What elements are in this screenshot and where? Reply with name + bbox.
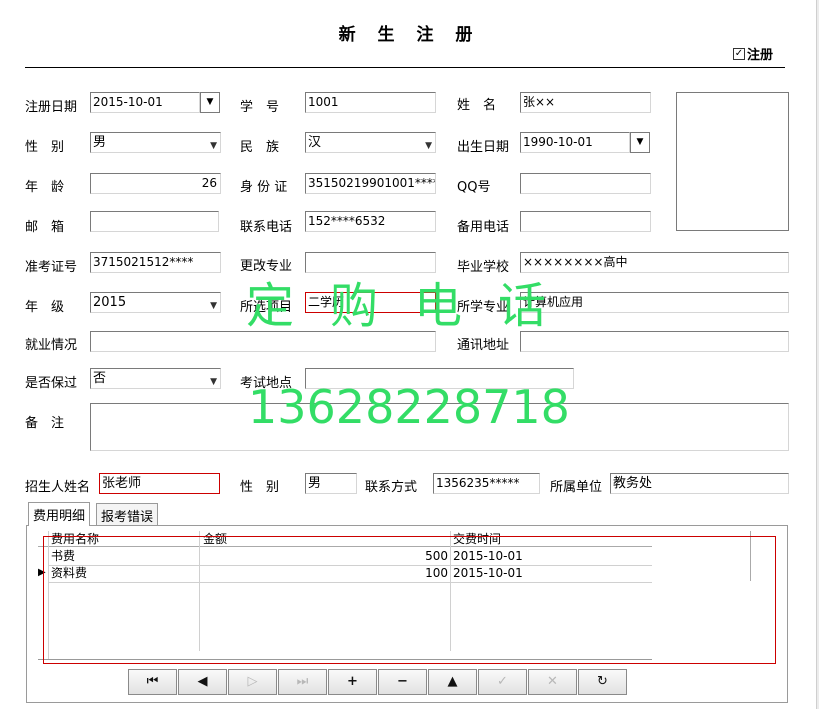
grade-value: 2015 (93, 295, 127, 310)
chevron-down-icon: ▼ (206, 97, 214, 107)
label-reg-date: 注册日期 (25, 100, 78, 115)
label-age: 年 龄 (25, 180, 65, 195)
chevron-down-icon: ▼ (636, 137, 644, 147)
email-field[interactable] (90, 211, 219, 232)
refresh-icon: ↻ (597, 674, 608, 689)
grade-select[interactable]: 2015 ▼ (90, 292, 221, 313)
prev-record-icon: ◀ (197, 674, 208, 689)
gender-select[interactable]: 男 ▼ (90, 132, 221, 153)
first-record-icon: ⏮ (146, 674, 159, 689)
unit-field[interactable]: 教务处 (610, 473, 789, 494)
label-recruiter-name: 招生人姓名 (25, 480, 91, 495)
delete-icon: − (397, 674, 408, 689)
contact-field[interactable]: 1356235***** (433, 473, 540, 494)
edit-icon: ▲ (447, 674, 458, 689)
register-checkbox[interactable]: ✓ 注册 (733, 44, 773, 63)
gender-value: 男 (93, 135, 107, 150)
next-record-button[interactable]: ▷ (228, 669, 277, 695)
label-name: 姓 名 (457, 98, 497, 113)
label-unit: 所属单位 (550, 480, 603, 495)
label-remarks: 备 注 (25, 416, 65, 431)
label-contact: 联系方式 (365, 480, 418, 495)
ethnicity-select[interactable]: 汉 ▼ (305, 132, 436, 153)
watermark-text: 定购电话 (246, 278, 583, 334)
student-no-field[interactable]: 1001 (305, 92, 436, 113)
label-guaranteed: 是否保过 (25, 376, 78, 391)
label-gender: 性 别 (25, 140, 65, 155)
label-ethnicity: 民 族 (240, 140, 280, 155)
tab-exam-error[interactable]: 报考错误 (96, 503, 159, 525)
label-recruiter-gender: 性 别 (240, 480, 280, 495)
title-divider (25, 67, 785, 68)
last-record-icon: ⏭ (296, 674, 309, 689)
chevron-down-icon: ▼ (210, 141, 217, 151)
label-qq: QQ号 (457, 180, 491, 195)
add-record-button[interactable]: + (328, 669, 377, 695)
backup-phone-field[interactable] (520, 211, 651, 232)
prev-record-button[interactable]: ◀ (178, 669, 227, 695)
cancel-icon: ✕ (547, 674, 558, 689)
birth-date-field[interactable]: 1990-10-01 (520, 132, 630, 153)
add-icon: + (347, 674, 358, 689)
photo-box[interactable] (676, 92, 789, 231)
name-field[interactable]: 张×× (520, 92, 651, 113)
tab-fee-detail[interactable]: 费用明细 (28, 502, 91, 526)
refresh-button[interactable]: ↻ (578, 669, 627, 695)
next-record-icon: ▷ (247, 674, 258, 689)
label-address: 通讯地址 (457, 338, 510, 353)
label-birth-date: 出生日期 (457, 140, 510, 155)
birth-date-picker[interactable]: ▼ (630, 132, 650, 153)
post-record-button[interactable]: ✓ (478, 669, 527, 695)
guaranteed-value: 否 (93, 371, 107, 386)
id-card-field[interactable]: 35150219901001**** (305, 173, 436, 194)
watermark-phone: 13628228718 (248, 380, 570, 434)
qq-field[interactable] (520, 173, 651, 194)
recruiter-name-field[interactable]: 张老师 (99, 473, 220, 494)
register-checkbox-label: 注册 (747, 48, 774, 63)
chevron-down-icon: ▼ (210, 301, 217, 311)
edit-record-button[interactable]: ▲ (428, 669, 477, 695)
cancel-record-button[interactable]: ✕ (528, 669, 577, 695)
label-grade: 年 级 (25, 300, 65, 315)
first-record-button[interactable]: ⏮ (128, 669, 177, 695)
chevron-down-icon: ▼ (210, 377, 217, 387)
recruiter-gender-field[interactable]: 男 (305, 473, 357, 494)
chevron-down-icon: ▼ (425, 141, 432, 151)
delete-record-button[interactable]: − (378, 669, 427, 695)
page-title: 新 生 注 册 (338, 25, 481, 45)
age-field[interactable]: 26 (90, 173, 221, 194)
label-email: 邮 箱 (25, 220, 65, 235)
post-icon: ✓ (497, 674, 508, 689)
phone-field[interactable]: 152****6532 (305, 211, 436, 232)
label-backup-phone: 备用电话 (457, 220, 510, 235)
guaranteed-select[interactable]: 否 ▼ (90, 368, 221, 389)
reg-date-picker[interactable]: ▼ (200, 92, 220, 113)
label-student-no: 学 号 (240, 100, 280, 115)
exam-no-field[interactable]: 3715021512**** (90, 252, 221, 273)
highlight-box (43, 536, 776, 664)
last-record-button[interactable]: ⏭ (278, 669, 327, 695)
reg-date-field[interactable]: 2015-10-01 (90, 92, 200, 113)
label-phone: 联系电话 (240, 220, 293, 235)
label-employment: 就业情况 (25, 338, 78, 353)
label-id-card: 身 份 证 (240, 180, 288, 195)
label-exam-no: 准考证号 (25, 260, 78, 275)
checkbox-checked-icon[interactable]: ✓ (733, 47, 745, 60)
ethnicity-value: 汉 (308, 135, 322, 150)
